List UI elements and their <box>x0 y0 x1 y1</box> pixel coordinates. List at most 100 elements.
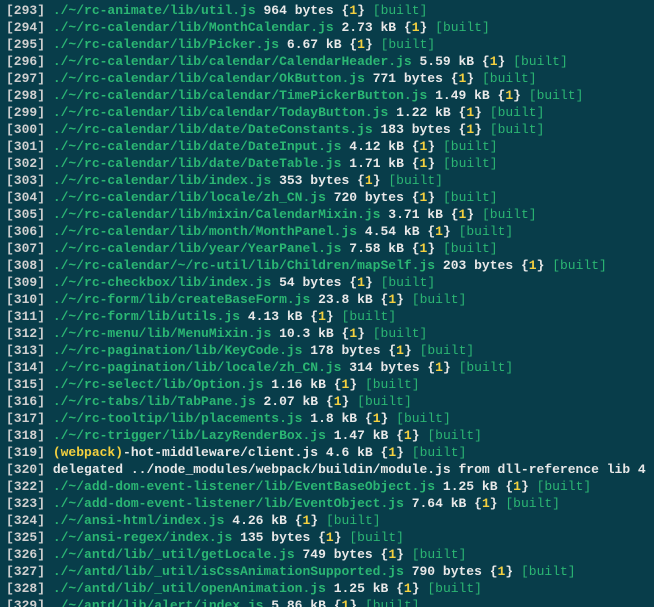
module-index: [314] <box>6 360 45 375</box>
module-index: [312] <box>6 326 45 341</box>
module-index: [308] <box>6 258 45 273</box>
module-size: 183 bytes <box>381 122 451 137</box>
build-output-line: [329] ./~/antd/lib/alert/index.js 5.86 k… <box>6 597 648 607</box>
module-index: [324] <box>6 513 45 528</box>
brace-open: { <box>412 156 420 171</box>
module-path: ./~/add-dom-event-listener/lib/EventBase… <box>53 479 435 494</box>
module-size: 771 bytes <box>373 71 443 86</box>
module-index: [311] <box>6 309 45 324</box>
brace-open: { <box>490 564 498 579</box>
module-path: ./~/rc-calendar/lib/MonthCalendar.js <box>53 20 334 35</box>
module-size: 10.3 kB <box>279 326 334 341</box>
module-index: [301] <box>6 139 45 154</box>
built-tag: [built] <box>427 428 482 443</box>
module-index: [317] <box>6 411 45 426</box>
build-output-line: [311] ./~/rc-form/lib/utils.js 4.13 kB {… <box>6 308 648 325</box>
module-index: [329] <box>6 598 45 607</box>
brace-open: { <box>427 360 435 375</box>
brace-close: } <box>396 292 404 307</box>
brace-close: } <box>521 479 529 494</box>
brace-open: { <box>505 479 513 494</box>
module-path: ./~/ansi-regex/index.js <box>53 530 232 545</box>
module-path: ./~/rc-select/lib/Option.js <box>53 377 264 392</box>
module-index: [313] <box>6 343 45 358</box>
built-tag: [built] <box>459 360 514 375</box>
build-output-line: [316] ./~/rc-tabs/lib/TabPane.js 2.07 kB… <box>6 393 648 410</box>
built-tag: [built] <box>412 547 467 562</box>
brace-close: } <box>427 190 435 205</box>
brace-close: } <box>357 3 365 18</box>
chunk-count: 1 <box>466 105 474 120</box>
module-path: ./~/rc-calendar/lib/calendar/OkButton.js <box>53 71 365 86</box>
brace-close: } <box>443 224 451 239</box>
module-index: [302] <box>6 156 45 171</box>
built-tag: [built] <box>521 564 576 579</box>
module-index: [316] <box>6 394 45 409</box>
module-path: ./~/ansi-html/index.js <box>53 513 225 528</box>
built-tag: [built] <box>435 20 490 35</box>
module-size: 4.12 kB <box>349 139 404 154</box>
module-path: ./~/rc-calendar/lib/date/DateInput.js <box>53 139 342 154</box>
module-size: 1.47 kB <box>334 428 389 443</box>
built-tag: [built] <box>381 275 436 290</box>
build-output-line: [317] ./~/rc-tooltip/lib/placements.js 1… <box>6 410 648 427</box>
build-output-line: [322] ./~/add-dom-event-listener/lib/Eve… <box>6 478 648 495</box>
chunk-count: 1 <box>357 37 365 52</box>
brace-open: { <box>404 20 412 35</box>
module-path: ./~/rc-calendar/lib/year/YearPanel.js <box>53 241 342 256</box>
module-size: 5.59 kB <box>420 54 475 69</box>
brace-close: } <box>349 377 357 392</box>
built-tag: [built] <box>388 173 443 188</box>
build-output-line: [325] ./~/ansi-regex/index.js 135 bytes … <box>6 529 648 546</box>
build-output-line: [307] ./~/rc-calendar/lib/year/YearPanel… <box>6 240 648 257</box>
brace-open: { <box>326 394 334 409</box>
module-size: 203 bytes <box>443 258 513 273</box>
module-size: 135 bytes <box>240 530 310 545</box>
brace-open: { <box>388 343 396 358</box>
module-index: [322] <box>6 479 45 494</box>
brace-close: } <box>505 564 513 579</box>
build-output-line: [303] ./~/rc-calendar/lib/index.js 353 b… <box>6 172 648 189</box>
module-index: [315] <box>6 377 45 392</box>
brace-open: { <box>412 139 420 154</box>
built-tag: [built] <box>537 479 592 494</box>
built-tag: [built] <box>365 598 420 607</box>
brace-open: { <box>349 37 357 52</box>
module-size: 1.22 kB <box>396 105 451 120</box>
build-output-line: [308] ./~/rc-calendar/~/rc-util/lib/Chil… <box>6 257 648 274</box>
built-tag: [built] <box>349 530 404 545</box>
brace-close: } <box>474 122 482 137</box>
brace-close: } <box>420 20 428 35</box>
chunk-count: 1 <box>435 224 443 239</box>
build-output-line: [313] ./~/rc-pagination/lib/KeyCode.js 1… <box>6 342 648 359</box>
module-index: [325] <box>6 530 45 545</box>
module-size: 790 bytes <box>412 564 482 579</box>
brace-close: } <box>490 496 498 511</box>
build-output-line: [324] ./~/ansi-html/index.js 4.26 kB {1}… <box>6 512 648 529</box>
module-size: 4.13 kB <box>248 309 303 324</box>
build-output-line: [293] ./~/rc-animate/lib/util.js 964 byt… <box>6 2 648 19</box>
brace-close: } <box>334 530 342 545</box>
brace-close: } <box>427 156 435 171</box>
module-size: 4.6 kB <box>326 445 373 460</box>
module-path: ./~/rc-pagination/lib/locale/zh_CN.js <box>53 360 342 375</box>
chunk-count: 1 <box>349 3 357 18</box>
module-path: ./~/rc-calendar/lib/calendar/TodayButton… <box>53 105 388 120</box>
brace-open: { <box>310 309 318 324</box>
build-output-line: [305] ./~/rc-calendar/lib/mixin/Calendar… <box>6 206 648 223</box>
chunk-count: 1 <box>412 20 420 35</box>
module-path: ./~/rc-calendar/lib/calendar/TimePickerB… <box>53 88 427 103</box>
build-output-line: [298] ./~/rc-calendar/lib/calendar/TimeP… <box>6 87 648 104</box>
build-output-line: [314] ./~/rc-pagination/lib/locale/zh_CN… <box>6 359 648 376</box>
built-tag: [built] <box>443 156 498 171</box>
brace-close: } <box>513 88 521 103</box>
built-tag: [built] <box>412 292 467 307</box>
build-output-line: [328] ./~/antd/lib/_util/openAnimation.j… <box>6 580 648 597</box>
brace-close: } <box>443 360 451 375</box>
build-output-line: [299] ./~/rc-calendar/lib/calendar/Today… <box>6 104 648 121</box>
brace-open: { <box>334 598 342 607</box>
module-path: ./~/rc-calendar/lib/date/DateConstants.j… <box>53 122 373 137</box>
built-tag: [built] <box>427 581 482 596</box>
build-output-line: [323] ./~/add-dom-event-listener/lib/Eve… <box>6 495 648 512</box>
module-index: [327] <box>6 564 45 579</box>
